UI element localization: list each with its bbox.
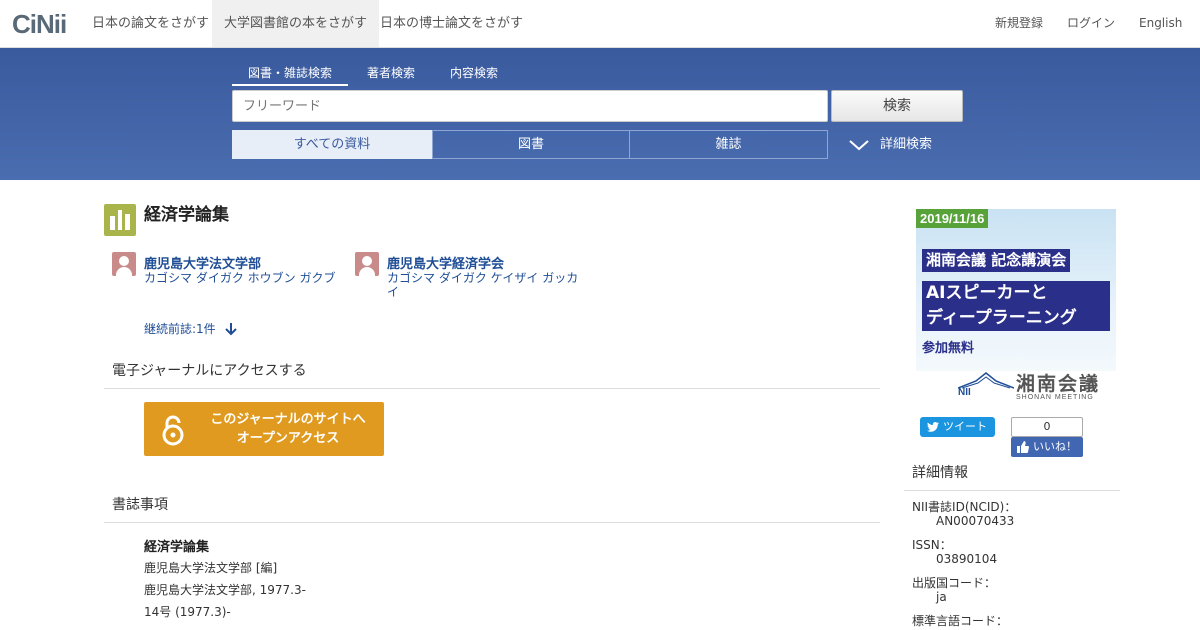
nav-tab-articles[interactable]: 日本の論文をさがす — [80, 0, 221, 47]
banner-topic-line1: AIスピーカーと — [926, 283, 1048, 303]
author-name-link[interactable]: 鹿児島大学法文学部 — [144, 253, 261, 272]
previous-title-toggle[interactable]: 継続前誌:1件 — [144, 320, 238, 337]
detail-value-country: ja — [936, 590, 947, 604]
author-kana: カゴシマ ダイガク ケイザイ ガッカイ — [387, 271, 579, 299]
banner-date: 2019/11/16 — [916, 209, 989, 228]
shonan-logo-english: SHONAN MEETING — [1016, 394, 1094, 401]
biblio-responsibility: 鹿児島大学法文学部 [編] — [144, 561, 278, 575]
open-access-label-line2: オープンアクセス — [236, 431, 340, 446]
type-tab-journals[interactable]: 雑誌 — [629, 130, 828, 159]
open-access-button[interactable]: このジャーナルのサイトへ オープンアクセス — [144, 402, 384, 456]
author-avatar-icon — [355, 252, 379, 276]
ejournal-heading: 電子ジャーナルにアクセスする — [104, 360, 880, 389]
journal-icon — [104, 204, 136, 236]
author-kana: カゴシマ ダイガク ホウブン ガクブ — [144, 271, 336, 285]
like-count: 0 — [1011, 417, 1083, 437]
search-tab-authors[interactable]: 著者検索 — [356, 64, 426, 86]
banner-background: 2019/11/16 湘南会議 記念講演会 AIスピーカーと ディープラーニング… — [916, 209, 1116, 371]
banner-free: 参加無料 — [922, 341, 975, 356]
search-tab-books-journals[interactable]: 図書・雑誌検索 — [232, 64, 348, 86]
banner-event-title: 湘南会議 記念講演会 — [922, 249, 1071, 272]
search-button[interactable]: 検索 — [831, 90, 963, 122]
search-tab-contents[interactable]: 内容検索 — [440, 64, 508, 86]
tweet-button[interactable]: ツイート — [920, 417, 995, 437]
bibliographic-heading: 書誌事項 — [104, 494, 880, 523]
detail-key-language: 標準言語コード： — [912, 614, 1009, 628]
advanced-search-toggle[interactable]: 詳細検索 — [848, 130, 932, 159]
type-tab-all[interactable]: すべての資料 — [232, 130, 432, 159]
advanced-search-label: 詳細検索 — [880, 137, 933, 152]
cinii-logo[interactable]: CiNii — [12, 9, 67, 39]
author-name-link[interactable]: 鹿児島大学経済学会 — [387, 253, 504, 272]
biblio-title: 経済学論集 — [144, 540, 210, 555]
detail-key-ncid: NII書誌ID(NCID)： — [912, 500, 1017, 514]
detail-key-country: 出版国コード： — [912, 576, 997, 590]
banner-topic-line2: ディープラーニング — [926, 308, 1077, 328]
register-link[interactable]: 新規登録 — [995, 0, 1043, 47]
like-label: いいね！ — [1033, 440, 1077, 453]
previous-title-label: 継続前誌:1件 — [144, 322, 216, 336]
nav-tab-dissertations[interactable]: 日本の博士論文をさがす — [368, 0, 535, 47]
event-banner[interactable]: 2019/11/16 湘南会議 記念講演会 AIスピーカーと ディープラーニング… — [916, 209, 1116, 405]
login-link[interactable]: ログイン — [1067, 0, 1115, 47]
like-button[interactable]: いいね！ — [1011, 437, 1083, 457]
banner-topic: AIスピーカーと ディープラーニング — [922, 281, 1110, 331]
detail-value-ncid: AN00070433 — [936, 514, 1015, 528]
tweet-label: ツイート — [943, 420, 987, 433]
shonan-logo: NII 湘南会議 SHONAN MEETING — [958, 371, 1112, 405]
shonan-logo-text: 湘南会議 — [1016, 373, 1101, 395]
open-access-label: このジャーナルのサイトへ オープンアクセス — [198, 410, 378, 448]
arrow-down-icon — [224, 322, 237, 335]
page-title: 経済学論集 — [144, 205, 229, 225]
chevron-down-icon — [849, 139, 869, 150]
type-tab-books[interactable]: 図書 — [432, 130, 630, 159]
detail-key-issn: ISSN： — [912, 538, 952, 552]
open-lock-icon — [162, 415, 184, 446]
top-navigation: CiNii 日本の論文をさがす 大学図書館の本をさがす 日本の博士論文をさがす … — [0, 0, 1200, 48]
nav-tab-books[interactable]: 大学図書館の本をさがす — [212, 0, 380, 47]
author-avatar-icon — [112, 252, 136, 276]
search-input[interactable] — [232, 90, 828, 122]
nii-logo-text: NII — [958, 387, 971, 398]
open-access-label-line1: このジャーナルのサイトへ — [210, 412, 366, 427]
english-link[interactable]: English — [1139, 0, 1182, 47]
detail-value-issn: 03890104 — [936, 552, 998, 566]
search-band: 図書・雑誌検索 著者検索 内容検索 検索 すべての資料 図書 雑誌 詳細検索 — [0, 48, 1200, 180]
biblio-publication: 鹿児島大学法文学部, 1977.3- — [144, 583, 306, 597]
biblio-volume: 14号 (1977.3)- — [144, 605, 231, 619]
details-heading: 詳細情報 — [904, 462, 1120, 491]
twitter-bird-icon — [927, 422, 939, 432]
thumbs-up-icon — [1017, 441, 1029, 453]
